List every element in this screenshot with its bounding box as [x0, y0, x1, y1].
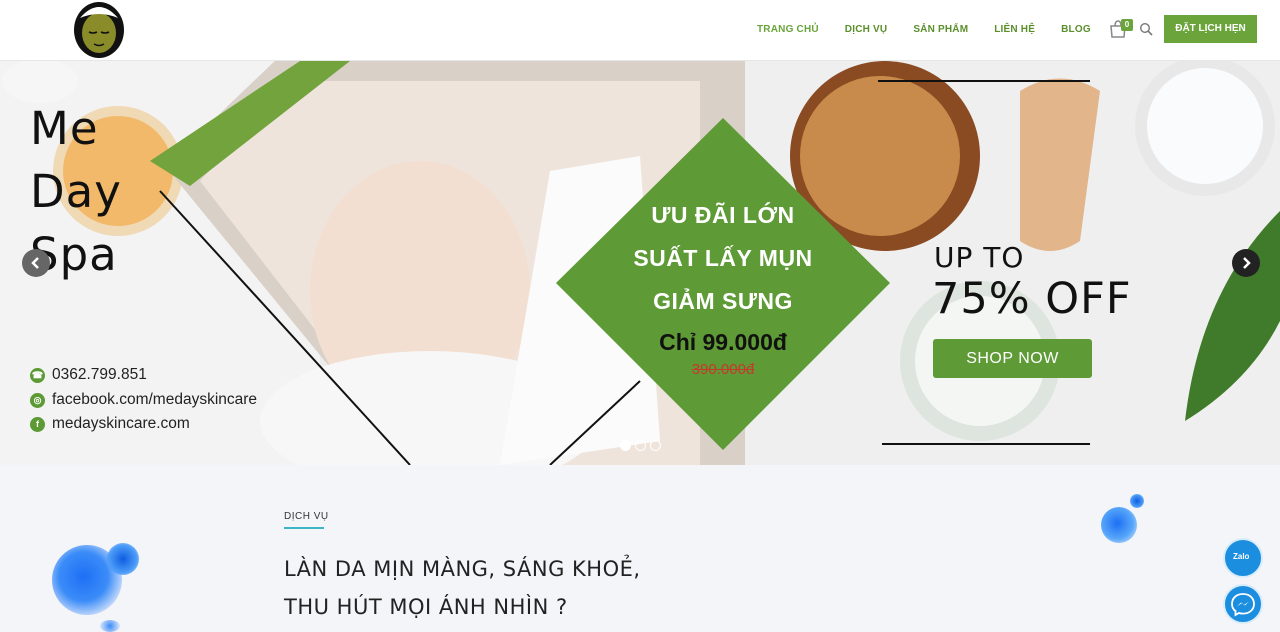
slider-dot-3[interactable]	[650, 440, 661, 451]
promo-line-2: SUẤT LẤY MỤN	[633, 245, 813, 271]
zalo-label: Zalo	[1233, 552, 1250, 561]
promo-line-3: GIẢM SƯNG	[653, 288, 793, 314]
nav-home[interactable]: TRANG CHỦ	[757, 24, 819, 35]
promo-old-price: 390.000đ	[691, 361, 755, 378]
nav-products[interactable]: SẢN PHẨM	[913, 24, 968, 35]
decor-bubble-right-small	[1130, 494, 1144, 508]
chevron-left-icon	[31, 257, 39, 269]
shop-now-button[interactable]: SHOP NOW	[933, 339, 1092, 378]
slider-dots	[620, 440, 665, 451]
phone-number: 0362.799.851	[52, 366, 147, 383]
decor-bubble-right	[1101, 507, 1137, 543]
facebook-link[interactable]: facebook.com/medayskincare	[52, 391, 257, 409]
section-title-line-2: THU HÚT MỌI ÁNH NHÌN ?	[284, 595, 568, 619]
slider-dot-2[interactable]	[635, 440, 646, 451]
contact-facebook: f medayskincare.com	[30, 415, 190, 433]
section-title: LÀN DA MỊN MÀNG, SÁNG KHOẺ, THU HÚT MỌI …	[284, 550, 641, 626]
spa-logo[interactable]	[72, 0, 126, 60]
messenger-chat-button[interactable]	[1223, 584, 1263, 624]
search-icon[interactable]	[1139, 22, 1153, 36]
cart-count-badge: 0	[1121, 19, 1133, 31]
section-underline	[284, 527, 324, 529]
section-title-line-1: LÀN DA MỊN MÀNG, SÁNG KHOẺ,	[284, 557, 641, 581]
facebook-icon: f	[30, 416, 45, 432]
book-appointment-button[interactable]: ĐẶT LỊCH HẸN	[1164, 15, 1257, 43]
section-label: DỊCH VỤ	[284, 511, 329, 522]
website-link[interactable]: medayskincare.com	[52, 415, 190, 433]
globe-icon: ◎	[30, 392, 45, 408]
site-header: TRANG CHỦ DỊCH VỤ SẢN PHẨM LIÊN HỆ BLOG …	[0, 0, 1280, 61]
decor-bubble-small	[107, 543, 139, 575]
contact-phone: ☎ 0362.799.851	[30, 366, 147, 384]
brand-line-1: Me	[30, 102, 99, 155]
zalo-chat-button[interactable]: Zalo	[1223, 538, 1263, 578]
main-nav: TRANG CHỦ DỊCH VỤ SẢN PHẨM LIÊN HỆ BLOG	[744, 0, 1104, 58]
slider-prev-button[interactable]	[22, 249, 50, 277]
messenger-icon	[1231, 593, 1255, 617]
nav-blog[interactable]: BLOG	[1061, 24, 1091, 35]
contact-web: ◎ facebook.com/medayskincare	[30, 391, 257, 409]
hero-slider: Me Day Spa ☎ 0362.799.851 ◎ facebook.com…	[0, 61, 1280, 465]
nav-contact[interactable]: LIÊN HỆ	[994, 24, 1035, 35]
upto-text: UP TO	[934, 241, 1025, 274]
brand-line-2: Day	[30, 165, 122, 218]
promo-line-1: ƯU ĐÃI LỚN	[651, 202, 795, 228]
decor-bubble-tiny	[100, 620, 120, 632]
nav-services[interactable]: DỊCH VỤ	[845, 24, 888, 35]
discount-text: 75% OFF	[932, 274, 1132, 324]
slider-next-button[interactable]	[1232, 249, 1260, 277]
phone-icon: ☎	[30, 367, 45, 383]
chevron-right-icon	[1243, 257, 1251, 269]
slider-dot-1[interactable]	[620, 440, 631, 451]
promo-price: Chỉ 99.000đ	[659, 329, 787, 355]
